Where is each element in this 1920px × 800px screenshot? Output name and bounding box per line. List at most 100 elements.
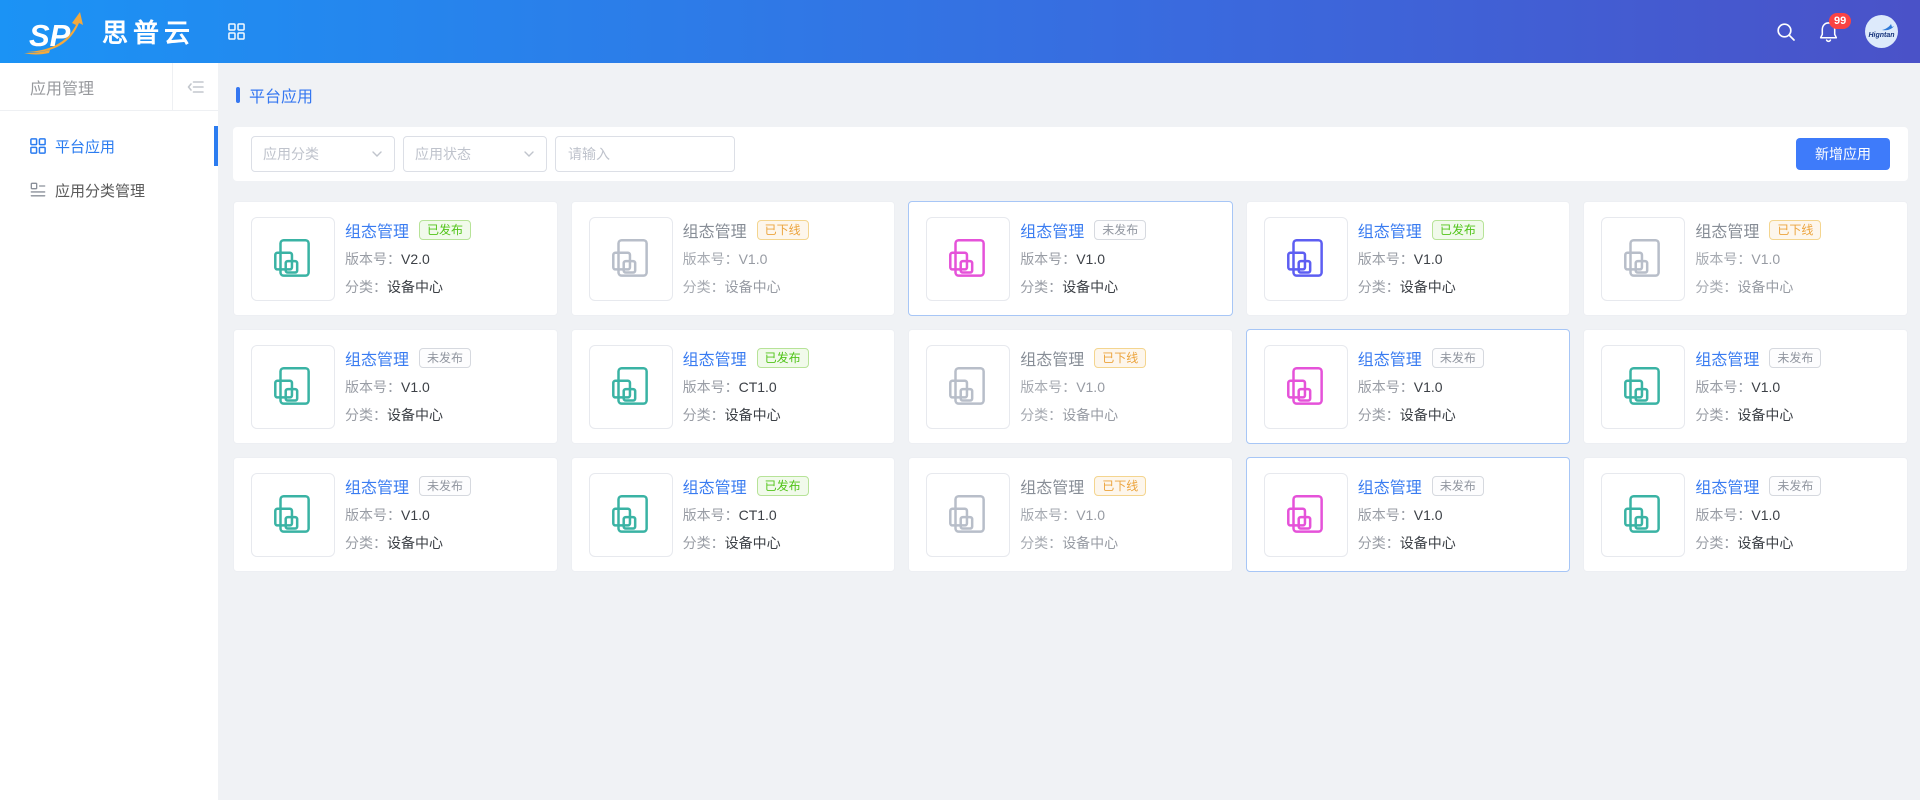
app-card[interactable]: 组态管理 已发布 版本号：V1.0 分类：设备中心 <box>1246 201 1571 316</box>
search-input[interactable] <box>555 136 735 172</box>
status-badge: 已下线 <box>1094 348 1146 368</box>
app-title-link[interactable]: 组态管理 <box>1358 474 1422 498</box>
version-label: 版本号： <box>345 251 401 267</box>
version-value: V1.0 <box>1751 507 1780 523</box>
app-card[interactable]: 组态管理 未发布 版本号：V1.0 分类：设备中心 <box>1583 329 1908 444</box>
scada-app-icon <box>943 362 993 412</box>
app-title-link[interactable]: 组态管理 <box>683 346 747 370</box>
app-title-link[interactable]: 组态管理 <box>1695 474 1759 498</box>
scada-app-icon <box>1281 362 1331 412</box>
version-label: 版本号： <box>683 379 739 395</box>
version-value: V1.0 <box>739 251 768 267</box>
app-title-link[interactable]: 组态管理 <box>1695 346 1759 370</box>
cards-grid: 组态管理 已发布 版本号：V2.0 分类：设备中心 组态管理 已下线 <box>233 201 1908 572</box>
app-card[interactable]: 组态管理 未发布 版本号：V1.0 分类：设备中心 <box>233 329 558 444</box>
version-line: 版本号：V1.0 <box>1020 249 1146 269</box>
card-title-row: 组态管理 已下线 <box>683 219 809 241</box>
sidebar-header: 应用管理 <box>0 63 218 111</box>
app-icon-box <box>1601 217 1685 301</box>
scada-app-icon <box>606 490 656 540</box>
card-info: 组态管理 已发布 版本号：CT1.0 分类：设备中心 <box>683 473 809 571</box>
version-line: 版本号：V1.0 <box>683 249 809 269</box>
card-title-row: 组态管理 未发布 <box>1358 475 1484 497</box>
sidebar-item-app-category-management[interactable]: 应用分类管理 <box>0 168 218 212</box>
version-line: 版本号：V2.0 <box>345 249 471 269</box>
search-icon[interactable] <box>1776 22 1796 42</box>
version-label: 版本号： <box>1695 507 1751 523</box>
app-icon-box <box>1264 345 1348 429</box>
app-icon-box <box>1264 473 1348 557</box>
app-title-link[interactable]: 组态管理 <box>1020 474 1084 498</box>
app-card[interactable]: 组态管理 未发布 版本号：V1.0 分类：设备中心 <box>1246 457 1571 572</box>
version-line: 版本号：V1.0 <box>345 505 471 525</box>
card-info: 组态管理 已发布 版本号：V2.0 分类：设备中心 <box>345 217 471 315</box>
filter-toolbar: 应用分类 应用状态 新增应用 <box>233 127 1908 181</box>
app-icon-box <box>251 473 335 557</box>
app-title-link[interactable]: 组态管理 <box>1695 218 1759 242</box>
fold-icon <box>186 77 206 97</box>
category-label: 分类： <box>683 535 725 551</box>
category-line: 分类：设备中心 <box>1695 277 1821 297</box>
app-card[interactable]: 组态管理 未发布 版本号：V1.0 分类：设备中心 <box>908 201 1233 316</box>
app-title-link[interactable]: 组态管理 <box>345 474 409 498</box>
scada-app-icon <box>606 362 656 412</box>
status-badge: 已下线 <box>1769 220 1821 240</box>
app-category-select[interactable]: 应用分类 <box>251 136 395 172</box>
scada-app-icon <box>268 234 318 284</box>
sidebar-item-platform-apps[interactable]: 平台应用 <box>0 124 218 168</box>
app-card[interactable]: 组态管理 未发布 版本号：V1.0 分类：设备中心 <box>233 457 558 572</box>
collapse-sidebar-button[interactable] <box>172 63 218 110</box>
notifications-bell-icon[interactable]: 99 <box>1818 21 1839 43</box>
app-title-link[interactable]: 组态管理 <box>345 346 409 370</box>
apps-grid-icon[interactable] <box>228 23 245 40</box>
app-card[interactable]: 组态管理 未发布 版本号：V1.0 分类：设备中心 <box>1246 329 1571 444</box>
app-title-link[interactable]: 组态管理 <box>1020 346 1084 370</box>
app-title-link[interactable]: 组态管理 <box>1020 218 1084 242</box>
version-line: 版本号：V1.0 <box>1358 377 1484 397</box>
category-value: 设备中心 <box>725 407 781 423</box>
app-card[interactable]: 组态管理 已发布 版本号：CT1.0 分类：设备中心 <box>571 329 896 444</box>
app-card[interactable]: 组态管理 已下线 版本号：V1.0 分类：设备中心 <box>1583 201 1908 316</box>
version-line: 版本号：V1.0 <box>1695 377 1821 397</box>
category-line: 分类：设备中心 <box>345 277 471 297</box>
version-line: 版本号：V1.0 <box>1695 249 1821 269</box>
scada-app-icon <box>943 490 993 540</box>
card-info: 组态管理 已发布 版本号：CT1.0 分类：设备中心 <box>683 345 809 443</box>
sidebar-item-label: 应用分类管理 <box>55 180 145 201</box>
app-title-link[interactable]: 组态管理 <box>1358 218 1422 242</box>
category-value: 设备中心 <box>1062 535 1118 551</box>
app-icon-box <box>1601 345 1685 429</box>
app-card[interactable]: 组态管理 已下线 版本号：V1.0 分类：设备中心 <box>908 457 1233 572</box>
category-value: 设备中心 <box>1400 407 1456 423</box>
logo-mark-text: SP <box>29 18 71 53</box>
app-card[interactable]: 组态管理 未发布 版本号：V1.0 分类：设备中心 <box>1583 457 1908 572</box>
app-title-link[interactable]: 组态管理 <box>683 218 747 242</box>
app-card[interactable]: 组态管理 已发布 版本号：CT1.0 分类：设备中心 <box>571 457 896 572</box>
page-title: 平台应用 <box>249 83 313 107</box>
app-status-select[interactable]: 应用状态 <box>403 136 547 172</box>
version-value: CT1.0 <box>739 379 777 395</box>
version-label: 版本号： <box>683 251 739 267</box>
category-line: 分类：设备中心 <box>1358 405 1484 425</box>
version-value: V1.0 <box>401 379 430 395</box>
app-icon-box <box>251 345 335 429</box>
avatar-dolphin-icon <box>1882 24 1894 31</box>
category-value: 设备中心 <box>1737 279 1793 295</box>
app-card[interactable]: 组态管理 已下线 版本号：V1.0 分类：设备中心 <box>571 201 896 316</box>
category-value: 设备中心 <box>725 279 781 295</box>
app-title-link[interactable]: 组态管理 <box>1358 346 1422 370</box>
avatar[interactable]: Higntan <box>1865 15 1898 48</box>
version-value: V1.0 <box>1076 379 1105 395</box>
category-value: 设备中心 <box>387 279 443 295</box>
app-title-link[interactable]: 组态管理 <box>683 474 747 498</box>
card-title-row: 组态管理 未发布 <box>1695 475 1821 497</box>
version-label: 版本号： <box>1358 507 1414 523</box>
status-badge: 已发布 <box>757 476 809 496</box>
app-card[interactable]: 组态管理 已下线 版本号：V1.0 分类：设备中心 <box>908 329 1233 444</box>
add-app-button[interactable]: 新增应用 <box>1796 138 1890 170</box>
card-title-row: 组态管理 已发布 <box>683 475 809 497</box>
status-badge: 已发布 <box>419 220 471 240</box>
category-line: 分类：设备中心 <box>1695 533 1821 553</box>
app-card[interactable]: 组态管理 已发布 版本号：V2.0 分类：设备中心 <box>233 201 558 316</box>
app-title-link[interactable]: 组态管理 <box>345 218 409 242</box>
